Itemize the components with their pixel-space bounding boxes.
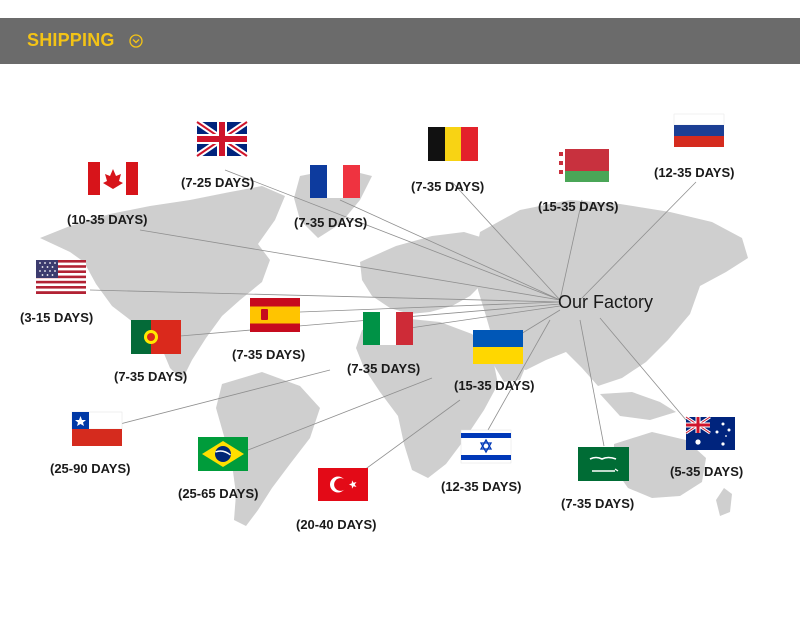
usa-flag-icon <box>36 260 86 294</box>
saudi-arabia-flag-icon <box>578 447 629 481</box>
belgium-days-label: (7-35 DAYS) <box>411 179 485 194</box>
uk-days-label: (7-25 DAYS) <box>181 175 255 190</box>
southeast-asia-islands <box>600 392 676 420</box>
russia-flag-icon <box>673 113 725 147</box>
canada-flag-icon <box>88 162 138 195</box>
belarus-flag-icon <box>557 149 609 182</box>
saudi-arabia-days-label: (7-35 DAYS) <box>561 496 635 511</box>
canada-days-label: (10-35 DAYS) <box>67 212 148 227</box>
russia-days-label: (12-35 DAYS) <box>654 165 735 180</box>
belgium-flag-icon <box>428 127 478 161</box>
australia-flag-icon <box>685 415 735 450</box>
ukraine-flag-icon <box>473 330 523 364</box>
brazil-flag-icon <box>198 437 248 471</box>
turkey-days-label: (20-40 DAYS) <box>296 517 377 532</box>
chile-flag-icon <box>71 411 123 446</box>
ukraine-days-label: (15-35 DAYS) <box>454 378 535 393</box>
belarus-days-label: (15-35 DAYS) <box>538 199 619 214</box>
israel-days-label: (12-35 DAYS) <box>441 479 522 494</box>
portugal-flag-icon <box>131 320 181 354</box>
france-days-label: (7-35 DAYS) <box>294 215 368 230</box>
australia-days-label: (5-35 DAYS) <box>670 464 744 479</box>
israel-flag-icon <box>460 429 512 464</box>
world-map <box>36 113 748 526</box>
usa-days-label: (3-15 DAYS) <box>20 310 94 325</box>
spain-days-label: (7-35 DAYS) <box>232 347 306 362</box>
uk-flag-icon <box>195 119 249 159</box>
france-flag-icon <box>310 165 360 198</box>
spain-flag-icon <box>250 298 300 332</box>
portugal-days-label: (7-35 DAYS) <box>114 369 188 384</box>
italy-days-label: (7-35 DAYS) <box>347 361 421 376</box>
new-zealand <box>716 488 732 516</box>
italy-flag-icon <box>363 312 413 345</box>
brazil-days-label: (25-65 DAYS) <box>178 486 259 501</box>
factory-label: Our Factory <box>558 292 654 312</box>
turkey-flag-icon <box>318 468 368 501</box>
chile-days-label: (25-90 DAYS) <box>50 461 131 476</box>
